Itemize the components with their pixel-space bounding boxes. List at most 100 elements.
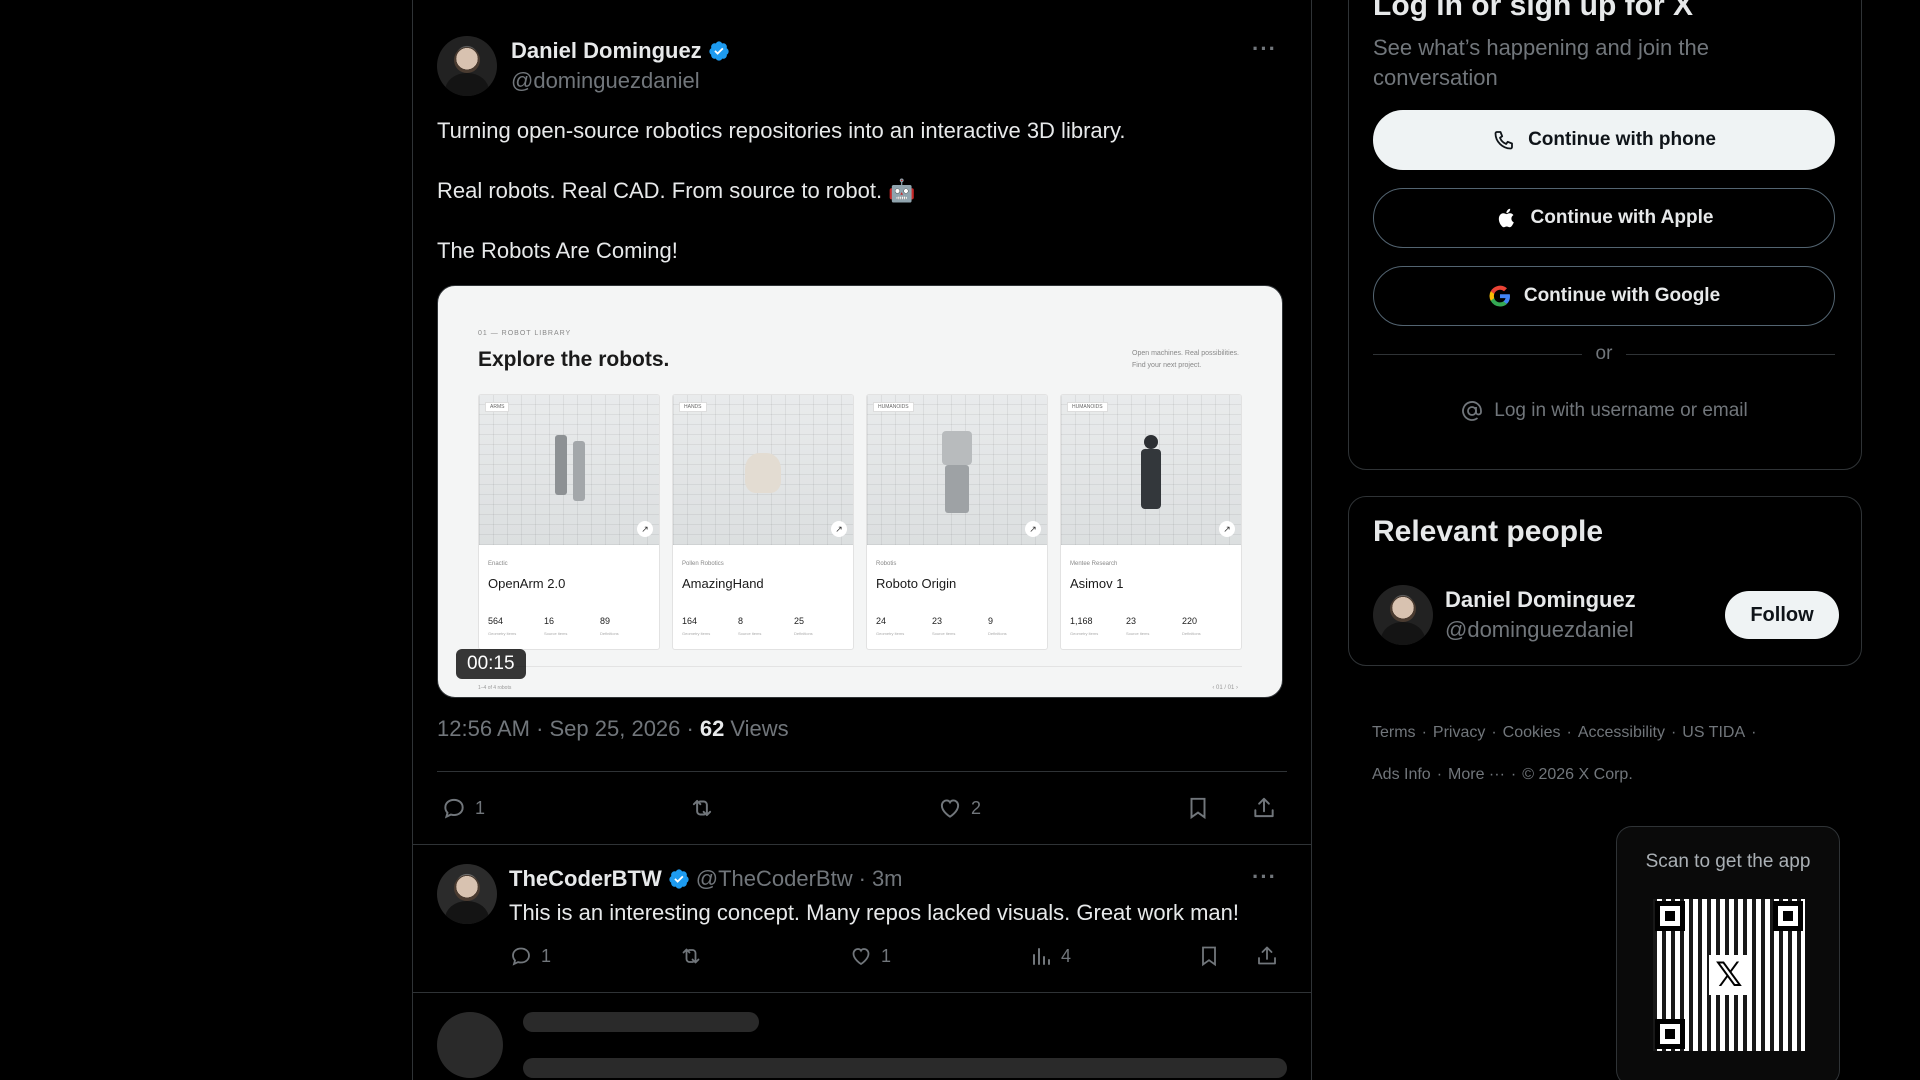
video-player[interactable]: 01 — ROBOT LIBRARY Explore the robots. O…: [437, 285, 1283, 698]
share-button[interactable]: [1255, 944, 1279, 968]
continue-with-phone-button[interactable]: Continue with phone: [1373, 110, 1835, 170]
like-button[interactable]: 1: [849, 944, 891, 968]
robot-stat-value: 23: [932, 616, 943, 626]
bookmark-button[interactable]: [1185, 795, 1211, 821]
robot-name: Roboto Origin: [876, 576, 957, 591]
robot-card: HUMANOIDS ↗ Robotis Roboto Origin 24 Geom…: [866, 394, 1048, 650]
app-qr-code: 𝕏: [1653, 899, 1805, 1051]
footer-link-accessibility[interactable]: Accessibility: [1578, 712, 1665, 754]
or-line: [1373, 353, 1582, 355]
repost-icon: [692, 799, 712, 817]
footer-link-cookies[interactable]: Cookies: [1503, 712, 1561, 754]
post-text-line: Real robots. Real CAD. From source to ro…: [437, 178, 916, 203]
reply-button[interactable]: 1: [441, 795, 485, 821]
footer-link-terms[interactable]: Terms: [1372, 712, 1416, 754]
video-frame: 01 — ROBOT LIBRARY Explore the robots. O…: [438, 286, 1282, 697]
qr-finder-pattern: [1655, 901, 1685, 931]
continue-with-apple-button[interactable]: Continue with Apple: [1373, 188, 1835, 248]
robot-stat-label: Definitions: [794, 631, 813, 636]
author-name[interactable]: Daniel Dominguez: [511, 38, 730, 64]
continue-with-phone-label: Continue with phone: [1528, 129, 1716, 150]
robot-stat-label: Geometry items: [488, 631, 517, 636]
post-text-line: Turning open-source robotics repositorie…: [437, 118, 1126, 143]
apple-icon: [1498, 208, 1514, 228]
author-info: Daniel Dominguez @dominguezdaniel: [511, 38, 730, 96]
robot-stats: 564 Geometry items 16 Source items 89 Defin…: [488, 616, 658, 636]
robot-stat-label: Definitions: [1182, 631, 1201, 636]
library-title: Explore the robots.: [478, 348, 670, 371]
share-button[interactable]: [1251, 795, 1277, 821]
robot-card: HUMANOIDS ↗ Mentee Research Asimov 1 1,1…: [1060, 394, 1242, 650]
reply-timestamp[interactable]: 3m: [872, 866, 903, 892]
robot-maker: Mentee Research: [1070, 561, 1118, 567]
more-options-button[interactable]: ···: [1252, 36, 1277, 62]
robot-maker: Pollen Robotics: [682, 561, 724, 567]
open-arrow-icon: ↗: [1025, 521, 1041, 537]
qr-finder-pattern: [1773, 901, 1803, 931]
relevant-person[interactable]: Daniel Dominguez @dominguezdaniel Follow: [1373, 585, 1839, 645]
continue-with-google-button[interactable]: Continue with Google: [1373, 266, 1835, 326]
relevant-person-handle[interactable]: @dominguezdaniel: [1445, 617, 1634, 643]
video-duration-badge: 00:15: [456, 649, 526, 679]
robot-cards: ARMS ↗ Enactic OpenArm 2.0 564 Geometry i…: [478, 394, 1242, 650]
author-name-text[interactable]: Daniel Dominguez: [511, 38, 702, 64]
views-count: 62: [699, 716, 725, 741]
footer-row: Terms · Privacy · Cookies · Accessibility · …: [1372, 712, 1832, 754]
share-icon: [1258, 946, 1276, 965]
footer-links: Terms · Privacy · Cookies · Accessibility · …: [1372, 712, 1832, 796]
robot-stat-label: Definitions: [988, 631, 1007, 636]
robot-category-tag: HUMANOIDS: [873, 402, 914, 412]
loading-avatar-placeholder: [437, 1012, 503, 1078]
meta-divider: [437, 771, 1287, 772]
relevant-people-card: Relevant people Daniel Dominguez @doming…: [1348, 496, 1862, 666]
reply-author-name[interactable]: TheCoderBTW: [509, 866, 662, 892]
separator-dot: ·: [1510, 766, 1517, 783]
post-actions: 1 2: [437, 795, 1287, 831]
follow-button[interactable]: Follow: [1725, 591, 1839, 639]
or-line: [1626, 353, 1835, 355]
post-timestamp[interactable]: 12:56 AM · Sep 25, 2026 ·: [437, 716, 694, 742]
repost-button[interactable]: [689, 795, 715, 821]
robot-render: [867, 395, 1047, 545]
robot-maker: Robotis: [876, 561, 897, 567]
footer-link-more[interactable]: More ···: [1448, 754, 1505, 796]
like-button[interactable]: 2: [937, 795, 981, 821]
reply-author-handle[interactable]: @TheCoderBtw: [696, 866, 853, 892]
repost-icon: [682, 948, 700, 964]
continue-with-google-label: Continue with Google: [1523, 285, 1721, 306]
login-with-username-link[interactable]: Log in with username or email: [1373, 399, 1835, 423]
robot-stat-label: Geometry items: [682, 631, 711, 636]
like-count: 1: [881, 945, 892, 966]
robot-category-tag: HANDS: [679, 402, 707, 412]
relevant-person-name[interactable]: Daniel Dominguez: [1445, 587, 1636, 613]
robot-stat-label: Source items: [932, 631, 956, 636]
author-avatar[interactable]: [437, 36, 497, 96]
login-signup-card: Log in or sign up for X See what’s happe…: [1348, 0, 1862, 470]
relevant-person-avatar[interactable]: [1373, 585, 1433, 645]
footer-link-us-tida[interactable]: US TIDA: [1682, 712, 1745, 754]
repost-button[interactable]: [679, 944, 703, 968]
reply-author-avatar[interactable]: [437, 864, 497, 924]
bookmark-button[interactable]: [1197, 944, 1221, 968]
footer-link-ads-info[interactable]: Ads Info: [1372, 754, 1431, 796]
robot-maker: Enactic: [488, 561, 508, 567]
separator-dot: ·: [858, 866, 866, 891]
robot-stat-value: 24: [876, 616, 887, 626]
login-card-subtitle: See what’s happening and join the conver…: [1373, 35, 1709, 90]
reply-button[interactable]: 1: [509, 944, 551, 968]
heart-icon: [940, 799, 960, 818]
post-divider: [413, 844, 1311, 845]
robot-stat-label: Source items: [1126, 631, 1150, 636]
robot-stat-label: Source items: [738, 631, 762, 636]
or-separator: or: [1373, 343, 1835, 365]
robot-stat-value: 89: [600, 616, 611, 626]
separator-dot: ·: [1436, 766, 1443, 783]
views-button[interactable]: 4: [1029, 944, 1071, 968]
post-text: Turning open-source robotics repositorie…: [437, 116, 1277, 296]
separator-dot: ·: [1566, 724, 1572, 741]
reply-more-options-button[interactable]: ···: [1252, 864, 1277, 890]
footer-link-privacy[interactable]: Privacy: [1433, 712, 1485, 754]
robot-category-tag: HUMANOIDS: [1067, 402, 1108, 412]
author-handle[interactable]: @dominguezdaniel: [511, 68, 730, 94]
reply-text: This is an interesting concept. Many rep…: [509, 900, 1239, 925]
